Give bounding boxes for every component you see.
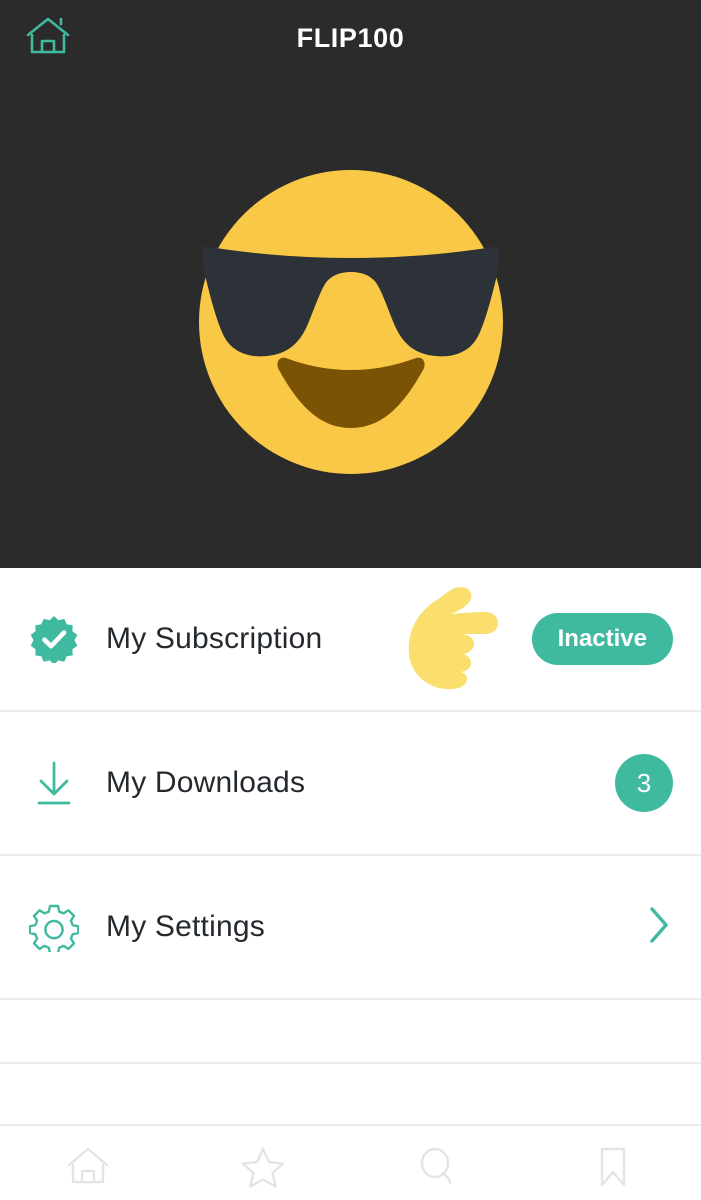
- tab-discover-label: Discover: [213, 1196, 312, 1200]
- star-icon: [241, 1144, 285, 1190]
- page-title: FLIP100: [296, 22, 405, 53]
- tab-discover[interactable]: Discover: [175, 1126, 350, 1200]
- menu-row-settings[interactable]: My Settings: [0, 856, 701, 1000]
- menu-row-downloads-right: 3: [613, 754, 673, 812]
- subscription-status-badge[interactable]: Inactive: [531, 613, 673, 665]
- menu-row-downloads-label: My Downloads: [106, 766, 306, 799]
- menu-row-downloads[interactable]: My Downloads 3: [0, 712, 701, 856]
- tab-my-flips[interactable]: My Flips: [526, 1126, 701, 1200]
- chevron-right-icon: [643, 904, 673, 951]
- menu-list: My Subscription Inactive My Downloads 3: [0, 568, 701, 1124]
- menu-row-subscription[interactable]: My Subscription Inactive: [0, 568, 701, 712]
- menu-bottom-spacer: [0, 1064, 701, 1124]
- bookmark-icon: [591, 1144, 635, 1190]
- download-icon: [24, 758, 84, 808]
- gear-icon: [24, 902, 84, 952]
- smiling-face-with-sunglasses-emoji: [198, 170, 503, 474]
- menu-row-empty: [0, 1000, 701, 1064]
- downloads-count-badge: 3: [615, 754, 673, 812]
- tab-search-label: Search: [398, 1196, 478, 1200]
- menu-row-subscription-right: Inactive: [408, 587, 673, 690]
- header-home-button[interactable]: [22, 14, 74, 62]
- title-bar: FLIP100: [0, 0, 701, 76]
- tab-my-flips-label: My Flips: [566, 1196, 661, 1200]
- verified-badge-icon: [24, 615, 84, 663]
- home-icon: [24, 14, 72, 63]
- menu-row-settings-label: My Settings: [106, 910, 265, 943]
- tab-home[interactable]: Home: [0, 1126, 175, 1200]
- tab-home-label: Home: [54, 1196, 122, 1200]
- bottom-tab-bar: Home Discover Search: [0, 1124, 701, 1200]
- verified-badge-glyph: [30, 616, 78, 663]
- hero-emoji: [0, 76, 701, 568]
- hero-section: FLIP100: [0, 0, 701, 568]
- search-icon: [416, 1144, 460, 1190]
- app-root: FLIP100 My Subscription Inactive My Down…: [0, 0, 701, 1200]
- menu-row-settings-right: [613, 904, 673, 951]
- menu-row-subscription-label: My Subscription: [106, 622, 323, 655]
- tab-search[interactable]: Search: [351, 1126, 526, 1200]
- home-icon: [66, 1144, 110, 1190]
